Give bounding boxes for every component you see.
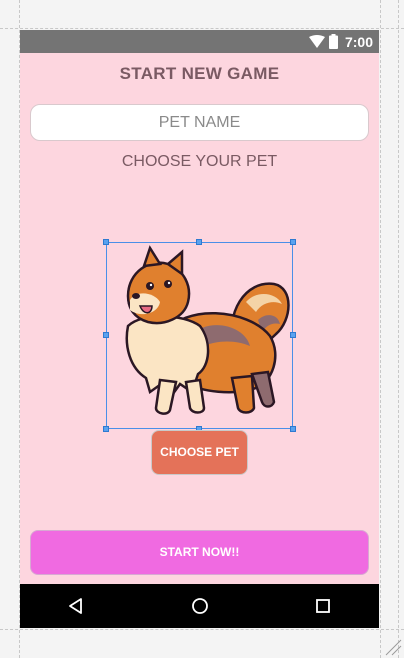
page-title: START NEW GAME [119, 64, 280, 83]
guide-line [0, 28, 404, 29]
resize-handle[interactable] [196, 239, 202, 245]
selection-box [106, 242, 293, 429]
choose-pet-label: CHOOSE YOUR PET [121, 153, 278, 170]
pet-name-input[interactable]: PET NAME [30, 104, 369, 141]
resize-handle[interactable] [290, 426, 296, 432]
status-time: 7:00 [344, 33, 373, 50]
back-icon[interactable] [66, 596, 86, 616]
resize-handle[interactable] [290, 239, 296, 245]
recents-icon[interactable] [313, 596, 333, 616]
pet-image-selection[interactable] [103, 239, 296, 432]
navigation-bar [20, 584, 379, 628]
guide-line [398, 0, 399, 658]
resize-handle[interactable] [290, 332, 296, 338]
phone-screen: 7:00 START NEW GAME PET NAME CHOOSE YOUR… [20, 30, 379, 628]
resize-handle[interactable] [103, 332, 109, 338]
home-icon[interactable] [190, 596, 210, 616]
guide-line [0, 629, 404, 630]
resize-handle-icon[interactable] [382, 636, 402, 656]
guide-line [380, 0, 381, 658]
status-bar: 7:00 [20, 30, 379, 53]
resize-handle[interactable] [103, 239, 109, 245]
choose-pet-button[interactable]: CHOOSE PET [151, 430, 248, 475]
wifi-icon [308, 34, 325, 48]
resize-handle[interactable] [103, 426, 109, 432]
battery-icon [328, 34, 338, 49]
start-now-button[interactable]: START NOW!! [30, 530, 369, 575]
